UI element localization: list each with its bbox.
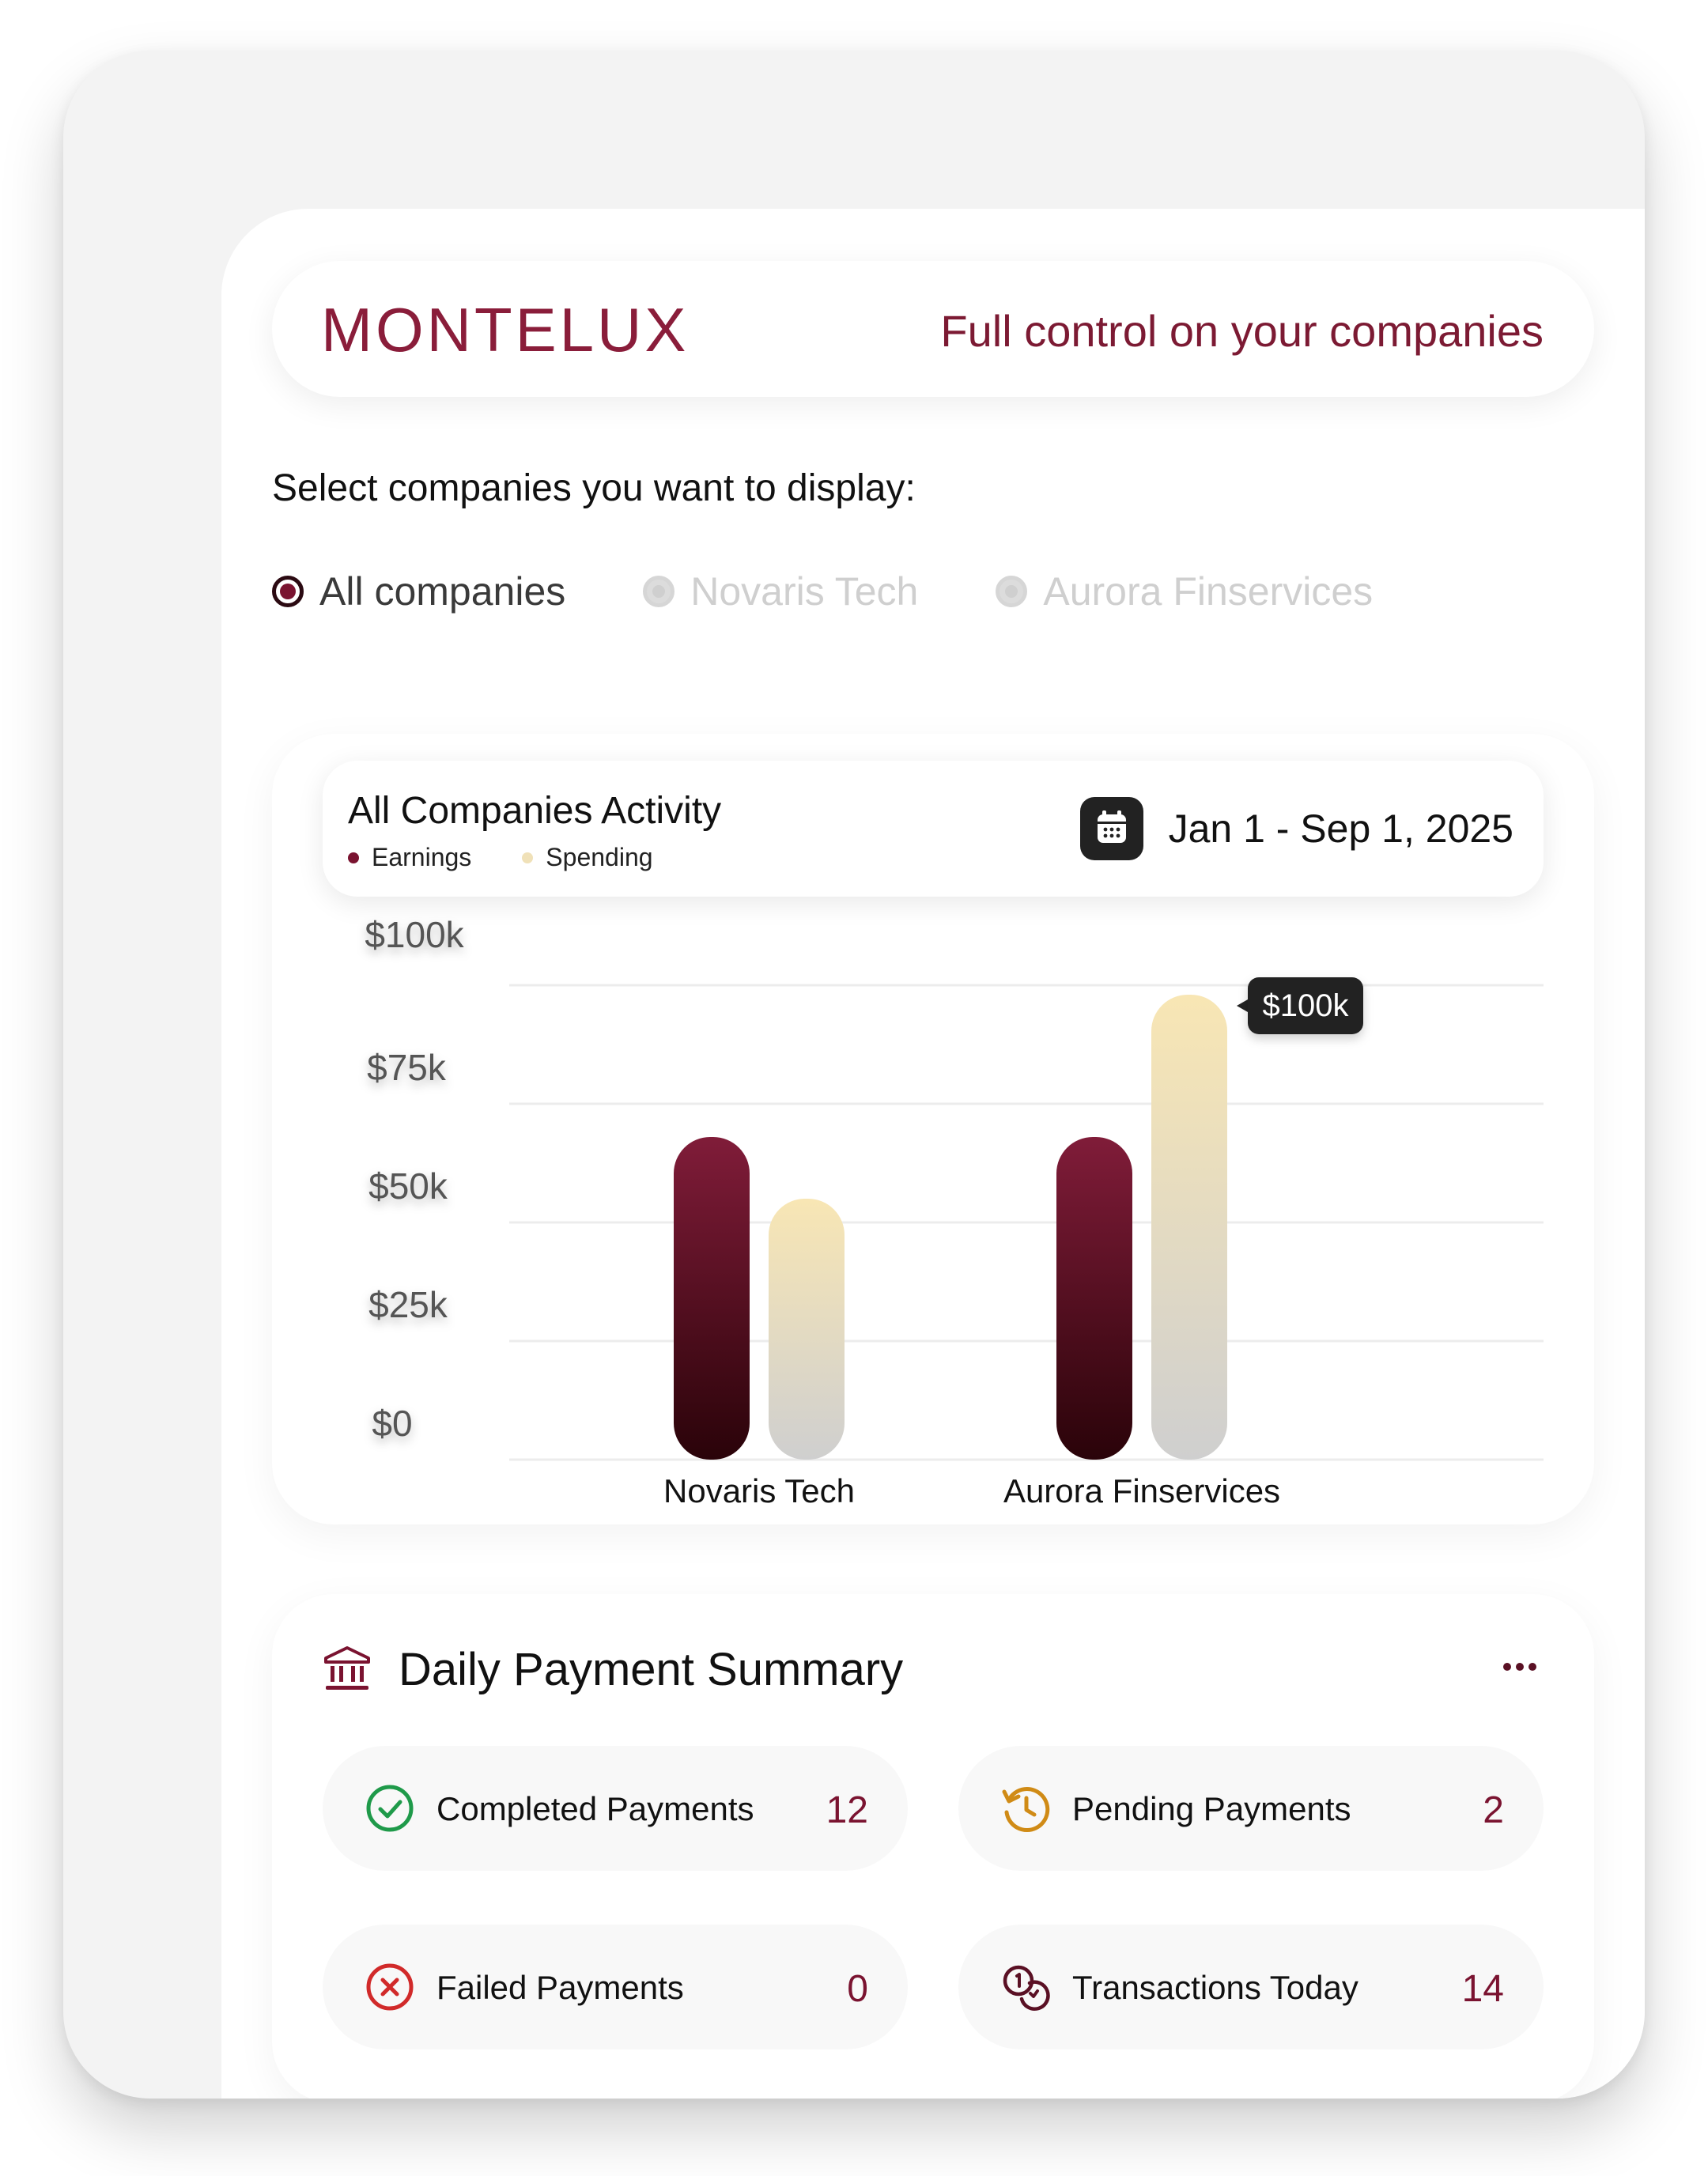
- stat-completed-payments[interactable]: Completed Payments 12: [323, 1746, 908, 1871]
- date-range-text: Jan 1 - Sep 1, 2025: [1168, 807, 1513, 851]
- bar-earnings-0: [674, 1137, 750, 1460]
- stat-label: Pending Payments: [1072, 1790, 1351, 1827]
- app-frame: MONTELUX Full control on your companies …: [63, 51, 1645, 2099]
- history-icon: [1002, 1787, 1050, 1833]
- payment-summary-title: Daily Payment Summary: [399, 1644, 904, 1695]
- radio-aurora-finservices[interactable]: Aurora Finservices: [996, 569, 1373, 614]
- chart-header: All Companies Activity Earnings Spending: [323, 761, 1544, 897]
- stat-failed-payments[interactable]: Failed Payments 0: [323, 1925, 908, 2049]
- stat-label: Transactions Today: [1072, 1969, 1358, 2006]
- bank-icon: [324, 1646, 370, 1690]
- radio-indicator[interactable]: [643, 576, 675, 607]
- tooltip-value: $100k: [1263, 988, 1350, 1023]
- bar-earnings-1: [1056, 1137, 1132, 1460]
- radio-selected-indicator[interactable]: [272, 576, 304, 607]
- x-tick-label: Novaris Tech: [663, 1472, 855, 1509]
- stat-label: Completed Payments: [436, 1790, 754, 1827]
- calendar-icon[interactable]: [1079, 797, 1143, 860]
- brand-tagline: Full control on your companies: [940, 306, 1544, 356]
- date-range-picker[interactable]: Jan 1 - Sep 1, 2025: [1079, 797, 1513, 860]
- brand-logo[interactable]: MONTELUX: [321, 294, 689, 366]
- legend-label: Earnings: [372, 843, 472, 871]
- main-panel: MONTELUX Full control on your companies …: [221, 209, 1645, 2099]
- stat-value: 14: [1461, 1968, 1504, 2010]
- coins-icon: [1003, 1965, 1050, 2011]
- legend-swatch-earnings: [348, 852, 359, 863]
- stat-pending-payments[interactable]: Pending Payments 2: [958, 1746, 1544, 1871]
- y-tick-label: $25k: [368, 1284, 448, 1325]
- stat-value: 12: [826, 1789, 868, 1831]
- y-tick-label: $0: [372, 1403, 412, 1444]
- chart-legend: Earnings Spending: [348, 843, 704, 872]
- radio-novaris-tech[interactable]: Novaris Tech: [643, 569, 918, 614]
- radio-indicator[interactable]: [996, 576, 1028, 607]
- company-select-label: Select companies you want to display:: [272, 467, 916, 509]
- radio-label: Novaris Tech: [690, 569, 919, 614]
- bar-spending-0: [769, 1199, 845, 1460]
- legend-item-spending: Spending: [522, 843, 653, 872]
- legend-swatch-spending: [522, 852, 534, 863]
- stat-value: 0: [847, 1968, 868, 2010]
- x-circle-icon: [366, 1963, 414, 2011]
- legend-item-earnings: Earnings: [348, 843, 471, 872]
- tooltip-pointer: [1237, 999, 1248, 1012]
- y-tick-label: $75k: [367, 1047, 447, 1088]
- radio-label: Aurora Finservices: [1043, 569, 1374, 614]
- y-tick-label: $50k: [368, 1165, 448, 1207]
- legend-label: Spending: [546, 843, 653, 871]
- stat-label: Failed Payments: [436, 1969, 684, 2006]
- check-circle-icon: [366, 1785, 414, 1832]
- header-bar: MONTELUX Full control on your companies: [272, 261, 1594, 397]
- stat-value: 2: [1483, 1789, 1504, 1831]
- stat-transactions-today[interactable]: Transactions Today 14: [958, 1925, 1544, 2049]
- radio-all-companies[interactable]: All companies: [272, 569, 565, 614]
- y-tick-label: $100k: [365, 914, 464, 955]
- daily-payment-summary-card: Daily Payment Summary Completed Payments…: [272, 1594, 1594, 2099]
- activity-chart-card: $100k $75k $50k $25k $0 Novaris Tech Aurora F…: [272, 734, 1594, 1524]
- company-radio-group: All companies Novaris Tech Aurora Finser…: [272, 566, 1450, 617]
- more-options-icon[interactable]: [1496, 1656, 1544, 1678]
- bar-spending-1: [1151, 995, 1227, 1460]
- radio-label: All companies: [319, 569, 566, 614]
- x-tick-label: Aurora Finservices: [1003, 1472, 1280, 1509]
- chart-title: All Companies Activity: [348, 790, 722, 832]
